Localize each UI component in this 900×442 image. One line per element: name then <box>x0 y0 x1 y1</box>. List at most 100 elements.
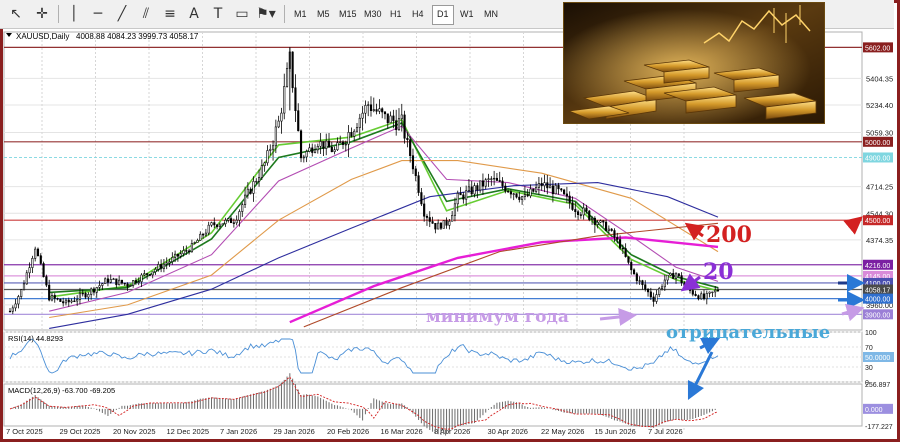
candle-body <box>333 149 336 153</box>
candle-body <box>271 145 275 150</box>
candle-body <box>218 224 221 227</box>
candle-body <box>495 177 498 181</box>
candle-body <box>694 293 697 296</box>
candle-body <box>484 179 487 187</box>
candle-body <box>327 140 331 148</box>
candle-body <box>470 186 473 195</box>
candle-body <box>313 149 317 153</box>
candle-body <box>579 214 582 216</box>
candle-body <box>509 191 512 195</box>
candle-body <box>610 228 613 231</box>
timeframe-m15[interactable]: M15 <box>335 5 361 23</box>
candle-body <box>420 192 423 205</box>
timeframe-mn[interactable]: MN <box>480 5 502 23</box>
candle-body <box>274 126 277 147</box>
candle-body <box>369 104 373 112</box>
candle-body <box>14 303 17 309</box>
candle-body <box>378 108 381 112</box>
rsi-level-label: 30 <box>865 365 873 372</box>
gold-bars-photo <box>563 2 825 124</box>
candle-body <box>319 141 322 147</box>
candle-body <box>182 250 185 254</box>
moving-averages <box>49 118 719 329</box>
candle-body <box>132 280 135 286</box>
candle-body <box>118 279 121 286</box>
crosshair-icon[interactable]: ✛ <box>32 4 52 24</box>
fibonacci-icon[interactable]: ≡ <box>160 4 180 24</box>
candle-body <box>381 108 384 113</box>
candle-body <box>202 233 205 236</box>
candle-body <box>437 222 440 230</box>
candle-body <box>90 288 93 295</box>
candle-body <box>361 112 364 119</box>
candle-body <box>588 210 591 220</box>
horizontal-line-icon[interactable]: ─ <box>88 4 108 24</box>
candle-body <box>669 273 672 276</box>
candle-body <box>395 120 398 131</box>
y-tick-label: 5234.40 <box>866 101 893 110</box>
candle-body <box>417 175 420 193</box>
candle-body <box>162 263 165 269</box>
candle-body <box>406 137 409 140</box>
vertical-line-icon[interactable]: │ <box>64 4 84 24</box>
timeframe-h4[interactable]: H4 <box>408 5 428 23</box>
candle-body <box>257 177 261 182</box>
timeframe-w1[interactable]: W1 <box>456 5 478 23</box>
candle-body <box>263 162 266 166</box>
candle-body <box>176 253 179 257</box>
timeframe-m5[interactable]: M5 <box>313 5 334 23</box>
candle-body <box>322 141 325 149</box>
candle-body <box>638 280 641 282</box>
candle-body <box>28 267 31 274</box>
candle-body <box>249 188 252 194</box>
candle-body <box>655 294 658 302</box>
candle-body <box>252 181 255 194</box>
price-tag-label: 4900.00 <box>865 155 890 162</box>
candle-body <box>53 295 56 299</box>
candle-body <box>607 228 610 231</box>
symbol-dropdown-icon[interactable] <box>6 33 12 37</box>
candle-body <box>618 239 622 249</box>
candle-body <box>308 147 311 152</box>
candle-body <box>101 283 104 286</box>
candle-body <box>515 193 518 198</box>
timeframe-d1[interactable]: D1 <box>432 5 454 25</box>
candle-body <box>635 273 638 282</box>
candle-body <box>115 278 118 286</box>
candle-body <box>232 222 235 224</box>
timeframe-m30[interactable]: M30 <box>360 5 386 23</box>
channel-icon[interactable]: ⫽ <box>136 4 156 24</box>
trendline-icon[interactable]: ╱ <box>112 4 132 24</box>
rectangle-icon[interactable]: ▭ <box>232 4 252 24</box>
candle-body <box>196 240 199 243</box>
candle-body <box>571 202 574 210</box>
candle-body <box>283 86 286 114</box>
candle-body <box>210 222 213 226</box>
text-tool-icon[interactable]: A <box>184 4 204 24</box>
candle-body <box>255 180 258 183</box>
candle-body <box>224 219 227 225</box>
candle-body <box>336 142 339 151</box>
timeframe-m1[interactable]: M1 <box>290 5 311 23</box>
candle-body <box>445 220 448 226</box>
candle-body <box>299 130 303 159</box>
candle-body <box>537 183 540 188</box>
candle-body <box>512 193 515 195</box>
candle-body <box>358 117 361 128</box>
candle-body <box>204 232 207 236</box>
candle-body <box>632 269 636 275</box>
cursor-icon[interactable]: ↖ <box>6 4 26 24</box>
timeframe-h1[interactable]: H1 <box>386 5 406 23</box>
candle-body <box>672 273 675 279</box>
text-label-icon[interactable]: T <box>208 4 228 24</box>
candle-body <box>711 291 714 294</box>
candle-body <box>585 207 588 212</box>
candle-body <box>529 188 532 197</box>
candle-body <box>649 291 652 298</box>
candle-body <box>507 190 510 193</box>
shapes-dropdown-icon[interactable]: ⚑▾ <box>256 4 276 24</box>
candle-body <box>364 105 367 114</box>
y-tick-label: 4374.35 <box>866 236 893 245</box>
candle-body <box>235 219 238 224</box>
candle-body <box>316 146 319 151</box>
